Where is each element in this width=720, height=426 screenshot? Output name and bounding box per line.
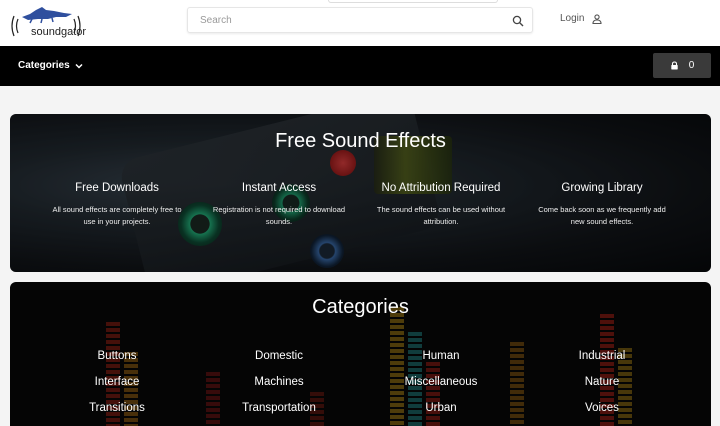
category-link-voices[interactable]: Voices — [542, 402, 662, 414]
search-button[interactable] — [512, 14, 524, 27]
feature-title: Free Downloads — [75, 182, 159, 194]
login-link[interactable]: Login — [560, 13, 603, 24]
user-icon — [592, 13, 603, 24]
equalizer-bar — [124, 352, 138, 426]
category-link-nature[interactable]: Nature — [542, 376, 662, 388]
category-link-miscellaneous[interactable]: Miscellaneous — [381, 376, 501, 388]
category-link-buttons[interactable]: Buttons — [57, 350, 177, 362]
feature-free-downloads: Free Downloads All sound effects are com… — [47, 182, 187, 228]
search-box — [187, 7, 533, 33]
hero-banner: Free Sound Effects Free Downloads All so… — [10, 114, 711, 272]
feature-description: Registration is not required to download… — [212, 205, 346, 226]
hero-title: Free Sound Effects — [275, 130, 446, 152]
category-link-transportation[interactable]: Transportation — [219, 402, 339, 414]
feature-instant-access: Instant Access Registration is not requi… — [209, 182, 349, 228]
equalizer-bar — [426, 362, 440, 426]
category-link-urban[interactable]: Urban — [381, 402, 501, 414]
logo-text: soundgator — [31, 26, 87, 38]
categories-dropdown-label: Categories — [18, 60, 70, 71]
category-link-transitions[interactable]: Transitions — [57, 402, 177, 414]
categories-panel: Categories Buttons Domestic Human Indust… — [10, 282, 711, 426]
feature-growing-library: Growing Library Come back soon as we fre… — [532, 182, 672, 228]
site-header: soundgator Login — [0, 0, 720, 46]
feature-no-attribution: No Attribution Required The sound effect… — [371, 182, 511, 228]
search-input[interactable] — [188, 8, 498, 32]
category-link-human[interactable]: Human — [381, 350, 501, 362]
cart-button[interactable]: 0 — [653, 53, 711, 78]
feature-description: The sound effects can be used without at… — [376, 205, 506, 226]
feature-title: No Attribution Required — [381, 182, 501, 194]
login-label: Login — [560, 13, 585, 24]
site-logo[interactable]: soundgator — [8, 4, 87, 40]
feature-title: Growing Library — [561, 182, 643, 194]
lock-bag-icon — [671, 61, 678, 70]
categories-title: Categories — [312, 296, 409, 318]
feature-description: All sound effects are completely free to… — [52, 205, 182, 226]
category-link-industrial[interactable]: Industrial — [542, 350, 662, 362]
cart-count: 0 — [688, 60, 695, 71]
feature-description: Come back soon as we frequently add new … — [538, 205, 666, 226]
category-link-machines[interactable]: Machines — [219, 376, 339, 388]
chevron-down-icon — [75, 63, 83, 69]
feature-title: Instant Access — [241, 182, 317, 194]
magnifier-icon — [512, 15, 524, 27]
category-link-domestic[interactable]: Domestic — [219, 350, 339, 362]
equalizer-bar — [510, 342, 524, 426]
category-link-interface[interactable]: Interface — [57, 376, 177, 388]
main-navbar: Categories 0 — [0, 46, 720, 86]
top-dropdown-edge — [328, 0, 498, 3]
categories-dropdown[interactable]: Categories — [18, 60, 83, 71]
equalizer-bar — [206, 372, 220, 426]
